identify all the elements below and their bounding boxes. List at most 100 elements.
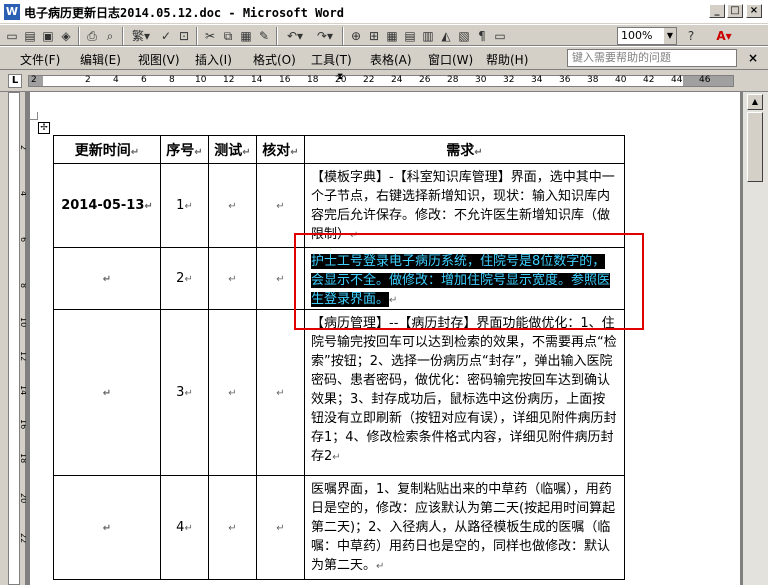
- ruler-tick: 24: [391, 75, 403, 85]
- check-cell[interactable]: ↵: [256, 309, 305, 476]
- word-app-icon[interactable]: W: [4, 4, 20, 20]
- cell-end-mark: ↵: [228, 523, 237, 534]
- chevron-down-icon[interactable]: ▼: [664, 28, 676, 44]
- ruler-tick: 2: [31, 75, 37, 85]
- show-hide-icon[interactable]: ¶: [474, 28, 490, 44]
- ruler-track: 2 2 4 6 8 10 12 14 16 18 20 22 24 26 28 …: [28, 72, 734, 87]
- vertical-ruler[interactable]: 2 4 6 8 10 12 14 16 18 20 22: [0, 92, 28, 585]
- document-map-icon[interactable]: ▧: [456, 28, 472, 44]
- undo-icon[interactable]: ↶▾: [282, 28, 308, 44]
- menu-table[interactable]: 表格(A): [370, 51, 412, 68]
- annotation-highlight-box: [294, 233, 644, 330]
- check-cell[interactable]: ↵: [256, 475, 305, 580]
- test-cell[interactable]: ↵: [208, 309, 257, 476]
- ruler-tick: 18: [307, 75, 319, 85]
- research-icon[interactable]: ⊡: [176, 28, 192, 44]
- menu-edit[interactable]: 编辑(E): [80, 51, 121, 68]
- date-cell[interactable]: ↵: [53, 475, 161, 580]
- zoom-value: 100%: [621, 29, 653, 42]
- new-icon[interactable]: ▭: [4, 28, 20, 44]
- ruler-tick: 46: [699, 75, 711, 85]
- menu-window[interactable]: 窗口(W): [428, 51, 473, 68]
- header-test[interactable]: 测试↵: [208, 135, 257, 164]
- permission-icon[interactable]: ◈: [58, 28, 74, 44]
- ruler-tick: 32: [503, 75, 515, 85]
- zoom-select[interactable]: 100% ▼: [617, 27, 677, 45]
- columns-icon[interactable]: ▥: [420, 28, 436, 44]
- test-cell[interactable]: ↵: [208, 475, 257, 580]
- menu-insert[interactable]: 插入(I): [195, 51, 232, 68]
- font-color-icon[interactable]: A▾: [712, 28, 736, 44]
- print-preview-icon[interactable]: ⌕: [102, 28, 118, 44]
- page[interactable]: ✢ 更新时间↵ 序号↵ 测试↵ 核对↵ 需求↵ 2014-05-13↵ 1↵ ↵: [30, 92, 740, 585]
- window-title: 电子病历更新日志2014.05.12.doc - Microsoft Word: [24, 6, 344, 20]
- date-cell[interactable]: ↵: [53, 309, 161, 476]
- insert-excel-icon[interactable]: ▤: [402, 28, 418, 44]
- help-icon[interactable]: ?: [683, 28, 699, 44]
- header-seq[interactable]: 序号↵: [160, 135, 209, 164]
- cell-end-mark: ↵: [290, 146, 299, 158]
- format-painter-icon[interactable]: ✎: [256, 28, 272, 44]
- date-cell[interactable]: 2014-05-13↵: [53, 163, 161, 248]
- header-check[interactable]: 核对↵: [256, 135, 305, 164]
- minimize-button[interactable]: _: [709, 4, 725, 18]
- cut-icon[interactable]: ✂: [202, 28, 218, 44]
- horizontal-ruler[interactable]: L 2 2 4 6 8 10 12 14 16 18 20 22 24 26 2…: [0, 70, 768, 92]
- close-button[interactable]: ×: [746, 4, 762, 18]
- test-cell[interactable]: ↵: [208, 163, 257, 248]
- cell-end-mark: ↵: [184, 274, 193, 285]
- menu-file[interactable]: 文件(F): [20, 51, 60, 68]
- open-icon[interactable]: ▤: [22, 28, 38, 44]
- ruler-tick: 38: [587, 75, 599, 85]
- cell-end-mark: ↵: [102, 274, 112, 285]
- tab-selector[interactable]: L: [8, 74, 22, 88]
- seq-cell[interactable]: 2↵: [160, 247, 209, 310]
- ruler-tick: 28: [447, 75, 459, 85]
- redo-icon[interactable]: ↷▾: [312, 28, 338, 44]
- close-document-button[interactable]: ×: [748, 51, 758, 65]
- update-log-table[interactable]: 更新时间↵ 序号↵ 测试↵ 核对↵ 需求↵ 2014-05-13↵ 1↵ ↵ ↵…: [53, 135, 625, 580]
- traditional-chinese-icon[interactable]: 繁▾: [128, 28, 154, 44]
- scroll-thumb[interactable]: [747, 112, 763, 182]
- toolbar-separator: [196, 27, 198, 45]
- seq-cell[interactable]: 3↵: [160, 309, 209, 476]
- help-search-input[interactable]: 键入需要帮助的问题: [567, 49, 737, 67]
- spelling-icon[interactable]: ✓: [158, 28, 174, 44]
- date-value: 2014-05-13: [61, 198, 145, 213]
- cell-end-mark: ↵: [332, 452, 341, 463]
- tables-icon[interactable]: ⊞: [366, 28, 382, 44]
- drawing-icon[interactable]: ◭: [438, 28, 454, 44]
- menu-help[interactable]: 帮助(H): [486, 51, 528, 68]
- copy-icon[interactable]: ⧉: [220, 28, 236, 44]
- vertical-scrollbar[interactable]: ▲: [742, 92, 768, 585]
- hyperlink-icon[interactable]: ⊕: [348, 28, 364, 44]
- requirement-cell[interactable]: 医嘱界面，1、复制粘贴出来的中草药（临嘱），用药日是空的，修改：应该默认为第二天…: [304, 475, 625, 580]
- menu-format[interactable]: 格式(O): [253, 51, 296, 68]
- header-requirement[interactable]: 需求↵: [304, 135, 625, 164]
- save-icon[interactable]: ▣: [40, 28, 56, 44]
- read-icon[interactable]: ▭: [492, 28, 508, 44]
- document-area[interactable]: ✢ 更新时间↵ 序号↵ 测试↵ 核对↵ 需求↵ 2014-05-13↵ 1↵ ↵: [26, 92, 742, 585]
- menu-tools[interactable]: 工具(T): [311, 51, 352, 68]
- print-icon[interactable]: ⎙: [84, 28, 100, 44]
- cell-end-mark: ↵: [276, 201, 285, 212]
- requirement-text: 【病历管理】--【病历封存】界面功能做优化：1、住院号输完按回车可以达到检索的效…: [311, 316, 617, 464]
- header-update-time[interactable]: 更新时间↵: [53, 135, 161, 164]
- seq-cell[interactable]: 4↵: [160, 475, 209, 580]
- test-cell[interactable]: ↵: [208, 247, 257, 310]
- seq-cell[interactable]: 1↵: [160, 163, 209, 248]
- insert-table-icon[interactable]: ▦: [384, 28, 400, 44]
- maximize-button[interactable]: □: [727, 4, 743, 18]
- table-move-handle-icon[interactable]: ✢: [38, 122, 50, 134]
- ruler-tick: 36: [559, 75, 571, 85]
- scroll-up-icon[interactable]: ▲: [747, 94, 763, 110]
- ruler-tick: 10: [195, 75, 207, 85]
- requirement-text: 医嘱界面，1、复制粘贴出来的中草药（临嘱），用药日是空的，修改：应该默认为第二天…: [311, 482, 616, 573]
- indent-marker-icon[interactable]: ⧗: [337, 72, 343, 82]
- header-label: 测试: [214, 142, 243, 159]
- date-cell[interactable]: ↵: [53, 247, 161, 310]
- requirement-cell[interactable]: 【病历管理】--【病历封存】界面功能做优化：1、住院号输完按回车可以达到检索的效…: [304, 309, 625, 476]
- menu-view[interactable]: 视图(V): [138, 51, 180, 68]
- paste-icon[interactable]: ▦: [238, 28, 254, 44]
- table-row: ↵ 4↵ ↵ ↵ 医嘱界面，1、复制粘贴出来的中草药（临嘱），用药日是空的，修改…: [53, 475, 625, 580]
